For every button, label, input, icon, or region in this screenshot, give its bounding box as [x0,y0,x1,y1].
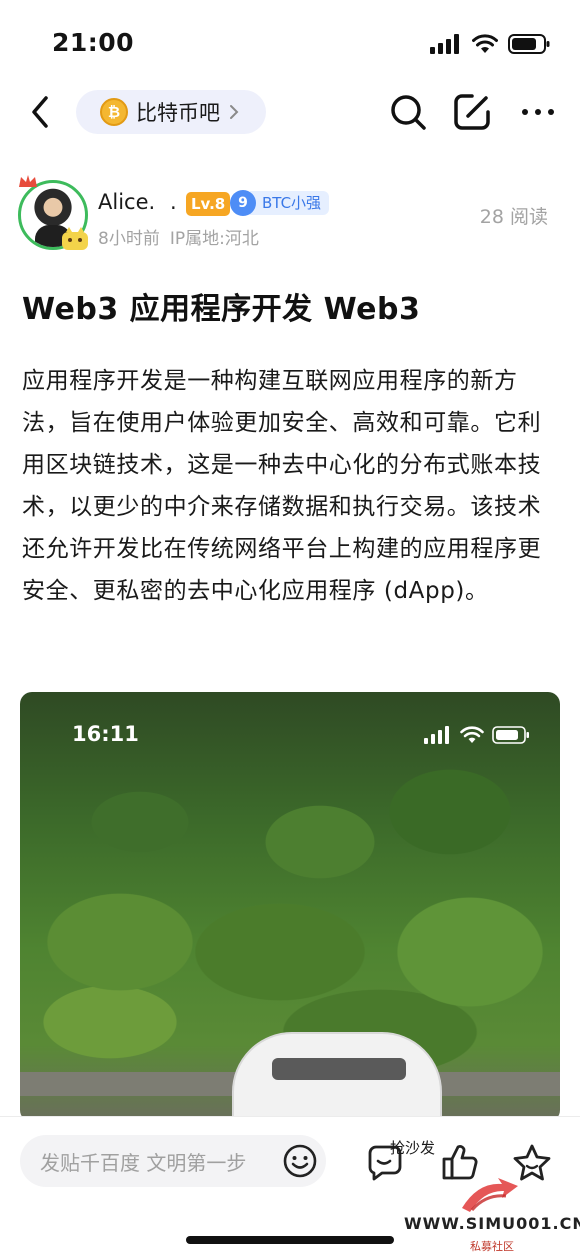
battery-icon [492,726,529,744]
search-button[interactable] [388,92,428,132]
wifi-icon [472,34,498,53]
level-badge: Lv.8 [186,192,231,216]
author-name[interactable]: Alice. [98,190,155,214]
fan-name: BTC小强 [250,191,330,215]
bitcoin-icon: ₿ [100,98,128,126]
watermark-url: WWW.SIMU001.CN [404,1214,580,1233]
post-title: Web3 应用程序开发 Web3 [22,292,421,327]
post-time: 8小时前 [98,229,160,249]
nav-bar: ₿ 比特币吧 [0,80,580,144]
fan-badge[interactable]: 9 BTC小强 [230,190,330,216]
battery-icon [508,34,550,54]
post-image[interactable]: 16:11 [20,692,560,1122]
chevron-right-icon [230,105,239,119]
back-button[interactable] [22,92,58,132]
post-body: 应用程序开发是一种构建互联网应用程序的新方法，旨在使用户体验更加安全、高效和可靠… [22,368,542,604]
cellular-signal-icon [424,726,449,744]
search-icon [391,95,426,130]
cellular-signal-icon [430,34,459,54]
more-icon [522,109,554,115]
watermark-logo-icon [462,1178,518,1212]
image-status-icons [424,726,530,744]
watermark-sub: 私募社区 [470,1240,514,1253]
read-count: 28 阅读 [479,206,548,228]
status-time: 21:00 [52,28,135,57]
author-name-suffix: . [170,190,177,214]
edit-button[interactable] [452,92,492,132]
post-meta: 8小时前 IP属地:河北 [98,224,259,249]
reply-placeholder: 发贴千百度 文明第一步 [40,1150,247,1175]
wifi-icon [460,726,484,743]
avatar[interactable] [18,175,88,250]
emoji-button[interactable] [282,1143,318,1179]
crown-icon [19,175,37,187]
reply-input[interactable]: 发贴千百度 文明第一步 [20,1135,326,1187]
status-bar: 21:00 [0,0,580,80]
image-car [232,1032,442,1122]
forum-link[interactable]: ₿ 比特币吧 [76,90,266,134]
image-status-time: 16:11 [72,722,139,746]
status-icons [430,34,550,54]
forum-name: 比特币吧 [136,101,220,125]
emoji-icon [283,1144,317,1178]
chevron-left-icon [32,96,48,128]
author-row: Alice. . Lv.8 9 BTC小强 8小时前 IP属地:河北 28 阅读 [0,170,580,260]
more-button[interactable] [520,102,556,122]
fan-level: 9 [230,190,256,216]
edit-icon [454,94,490,130]
home-indicator [186,1236,394,1244]
ip-location: IP属地:河北 [169,229,259,249]
sofa-label: 抢沙发 [390,1139,436,1157]
pendant-icon [62,227,88,250]
